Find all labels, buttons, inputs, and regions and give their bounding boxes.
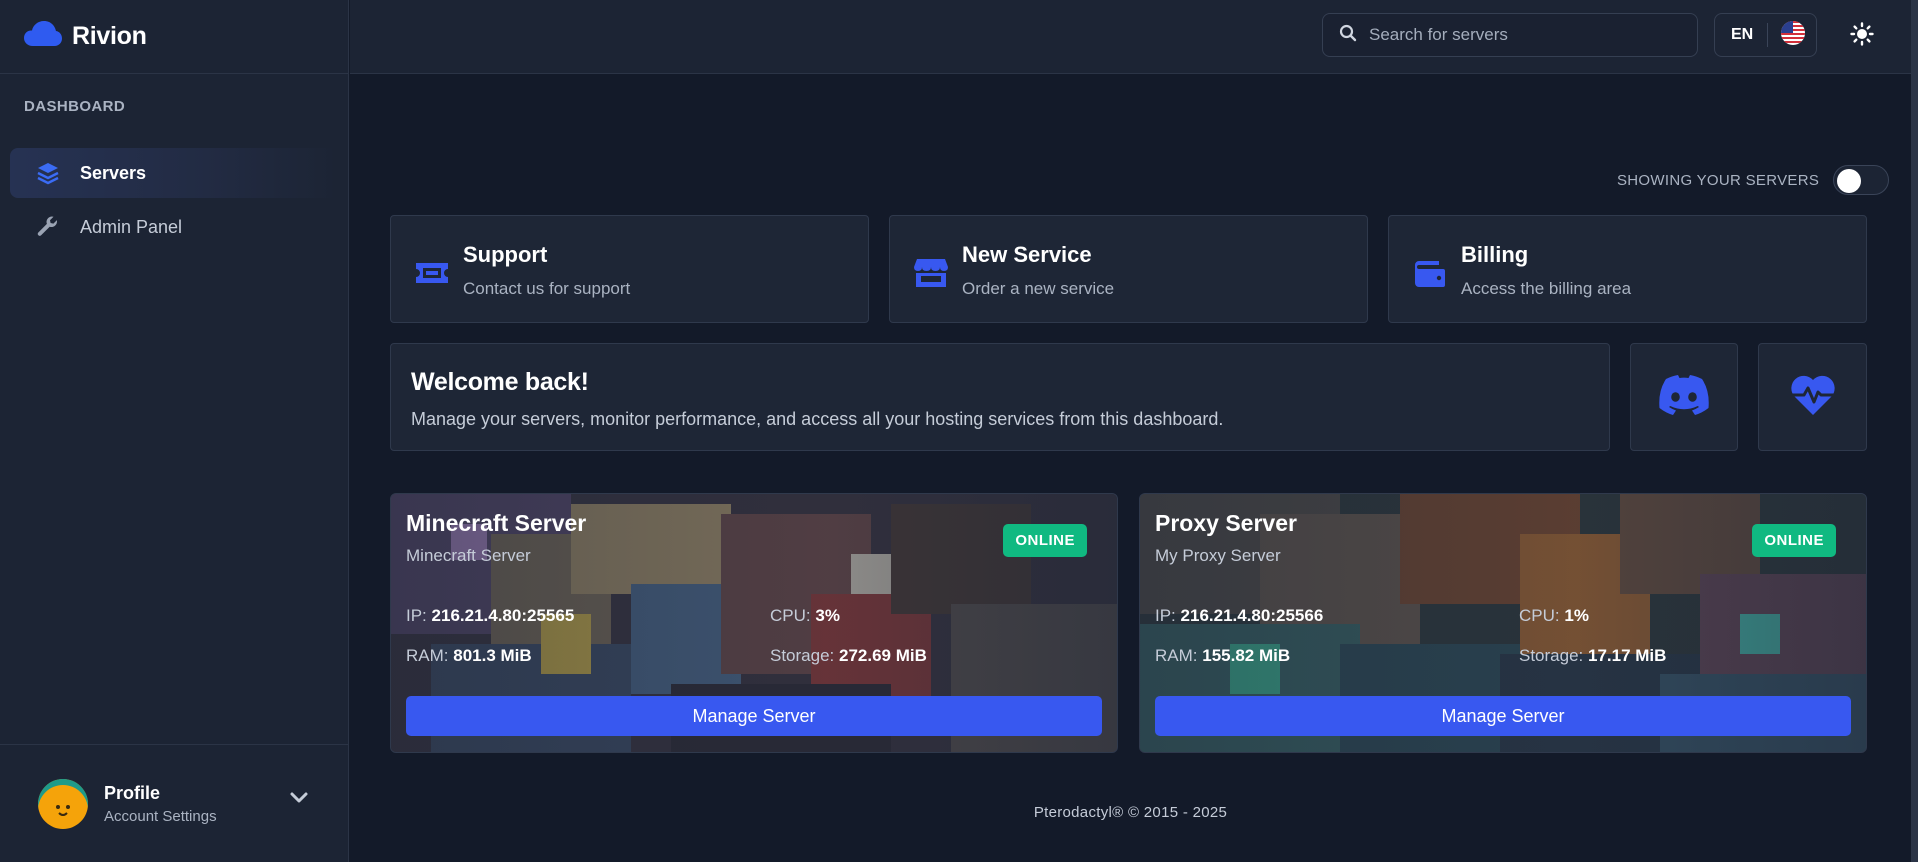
ip-stat: IP: 216.21.4.80:25565 [406,606,770,626]
search-icon [1339,24,1357,47]
stat-value: 272.69 MiB [839,646,927,665]
welcome-text: Manage your servers, monitor performance… [411,409,1224,429]
stat-label: CPU: [770,606,811,625]
discord-icon [1658,374,1710,420]
section-label: DASHBOARD [24,98,126,115]
chevron-down-icon[interactable] [289,791,309,810]
profile-subtitle: Account Settings [104,807,217,825]
cpu-stat: CPU: 1% [1519,606,1855,626]
ip-stat: IP: 216.21.4.80:25566 [1155,606,1519,626]
toggle-knob [1837,169,1862,193]
wallet-icon [1409,252,1451,294]
server-card-minecraft[interactable]: Minecraft Server Minecraft Server ONLINE… [390,493,1118,753]
stat-value: 216.21.4.80:25566 [1180,606,1324,625]
profile-name: Profile [104,782,161,803]
stat-label: RAM: [406,646,449,665]
toggle-label: SHOWING YOUR SERVERS [1617,171,1820,189]
search-input[interactable] [1369,25,1669,45]
status-badge: ONLINE [1752,524,1836,557]
scrollbar[interactable] [1911,0,1918,862]
language-code: EN [1731,26,1754,43]
us-flag-icon [1780,20,1806,51]
status-badge: ONLINE [1003,524,1087,557]
card-subtitle: Access the billing area [1461,279,1632,298]
stat-label: CPU: [1519,606,1560,625]
search-box[interactable] [1322,13,1698,57]
server-name: Minecraft Server [406,510,587,536]
discord-button[interactable] [1630,343,1738,451]
profile-menu[interactable]: Profile Account Settings [0,744,349,862]
footer-text: Pterodactyl® © 2015 - 2025 [1033,804,1228,821]
cloud-logo-icon [24,20,62,53]
stat-value: 17.17 MiB [1588,646,1667,665]
stat-label: Storage: [770,646,835,665]
card-subtitle: Contact us for support [463,279,631,298]
stat-label: IP: [406,606,427,625]
card-subtitle: Order a new service [962,279,1115,298]
manage-server-button[interactable]: Manage Server [1155,696,1851,736]
server-description: My Proxy Server [1155,546,1281,565]
card-title: Billing [1461,242,1529,267]
card-title: New Service [962,242,1092,267]
layers-icon [34,159,62,187]
language-selector[interactable]: EN [1714,13,1817,57]
server-name: Proxy Server [1155,510,1297,536]
sidebar-item-admin-panel[interactable]: Admin Panel [10,202,338,252]
stat-value: 1% [1564,606,1589,625]
app-name: Rivion [72,22,147,50]
topbar: EN [350,0,1918,74]
stat-value: 3% [815,606,840,625]
heart-pulse-icon [1790,374,1836,421]
ram-stat: RAM: 155.82 MiB [1155,646,1519,666]
support-card[interactable]: Support Contact us for support [390,215,869,323]
sidebar-item-label: Admin Panel [80,216,183,237]
server-filter-toggle-row: SHOWING YOUR SERVERS [1617,165,1890,195]
manage-server-button[interactable]: Manage Server [406,696,1102,736]
ram-stat: RAM: 801.3 MiB [406,646,770,666]
divider [1767,23,1769,47]
storage-stat: Storage: 17.17 MiB [1519,646,1855,666]
sun-icon[interactable] [1850,22,1874,46]
wrench-icon [34,213,62,241]
new-service-card[interactable]: New Service Order a new service [889,215,1368,323]
avatar [38,778,88,829]
stat-label: Storage: [1519,646,1584,665]
cpu-stat: CPU: 3% [770,606,1106,626]
server-card-proxy[interactable]: Proxy Server My Proxy Server ONLINE IP: … [1139,493,1867,753]
storage-stat: Storage: 272.69 MiB [770,646,1106,666]
billing-card[interactable]: Billing Access the billing area [1388,215,1867,323]
stat-value: 801.3 MiB [453,646,532,665]
stat-value: 155.82 MiB [1202,646,1291,665]
show-all-servers-toggle[interactable] [1833,165,1890,195]
store-icon [910,252,952,294]
card-title: Support [463,242,548,267]
status-button[interactable] [1758,343,1867,451]
sidebar-item-label: Servers [80,162,147,183]
sidebar: Rivion DASHBOARD Servers Admin Panel Pro… [0,0,349,862]
welcome-title: Welcome back! [411,368,589,396]
brand[interactable]: Rivion [0,0,348,74]
welcome-card: Welcome back! Manage your servers, monit… [390,343,1610,451]
stat-label: RAM: [1155,646,1198,665]
ticket-icon [411,252,453,294]
stat-label: IP: [1155,606,1176,625]
sidebar-item-servers[interactable]: Servers [10,148,338,198]
server-description: Minecraft Server [406,546,531,565]
stat-value: 216.21.4.80:25565 [431,606,575,625]
